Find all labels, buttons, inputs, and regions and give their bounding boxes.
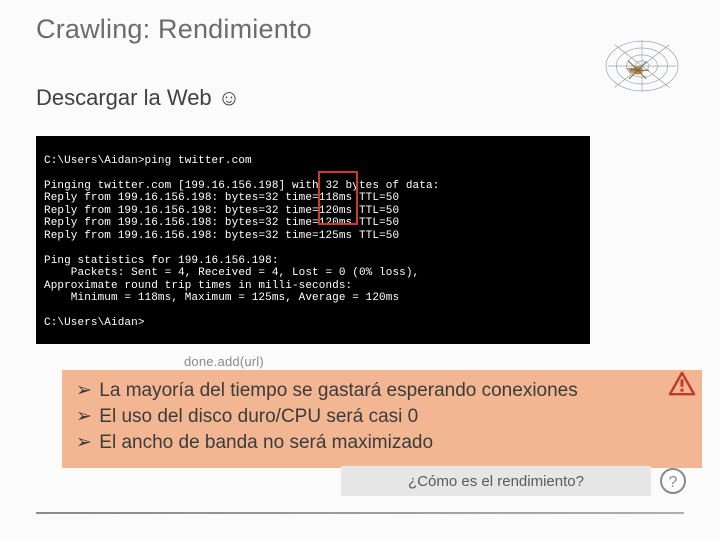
footer-question-box: ¿Cómo es el rendimiento? [341,466,651,496]
callout-item: ➢ El uso del disco duro/CPU será casi 0 [76,404,688,430]
terminal-line: Ping statistics for 199.16.156.198: [44,255,279,267]
callout-text: El uso del disco duro/CPU será casi 0 [99,406,418,427]
callout-box: ➢ La mayoría del tiempo se gastará esper… [62,370,702,468]
terminal-line: Pinging twitter.com [199.16.156.198] wit… [44,180,439,192]
subtitle-text: Descargar la Web [36,85,212,110]
terminal-output: C:\Users\Aidan>ping twitter.com Pinging … [36,136,590,344]
subtitle: Descargar la Web ☺ [36,85,684,111]
terminal-line: Reply from 199.16.156.198: bytes=32 time… [44,230,399,242]
smiley-icon: ☺ [218,85,240,110]
terminal-line: Approximate round trip times in milli-se… [44,280,352,292]
highlight-box-times [318,171,358,225]
callout-item: ➢ La mayoría del tiempo se gastará esper… [76,378,688,404]
background-code-fragment: done.add(url) [184,354,264,369]
divider [36,512,684,514]
chevron-icon: ➢ [76,404,94,430]
question-icon: ? [658,466,688,496]
chevron-icon: ➢ [76,378,94,404]
terminal-line: Minimum = 118ms, Maximum = 125ms, Averag… [44,292,399,304]
footer-question-text: ¿Cómo es el rendimiento? [408,473,584,490]
terminal-line: Packets: Sent = 4, Received = 4, Lost = … [44,267,419,279]
page-title: Crawling: Rendimiento [36,14,684,45]
spider-web-icon [594,36,690,96]
terminal-line: C:\Users\Aidan>ping twitter.com [44,155,252,167]
chevron-icon: ➢ [76,430,94,456]
terminal-line: C:\Users\Aidan> [44,317,145,329]
callout-item: ➢ El ancho de banda no será maximizado [76,430,688,456]
callout-text: El ancho de banda no será maximizado [99,432,433,453]
warning-icon [668,371,696,397]
question-glyph: ? [669,474,678,491]
callout-text: La mayoría del tiempo se gastará esperan… [99,380,577,401]
